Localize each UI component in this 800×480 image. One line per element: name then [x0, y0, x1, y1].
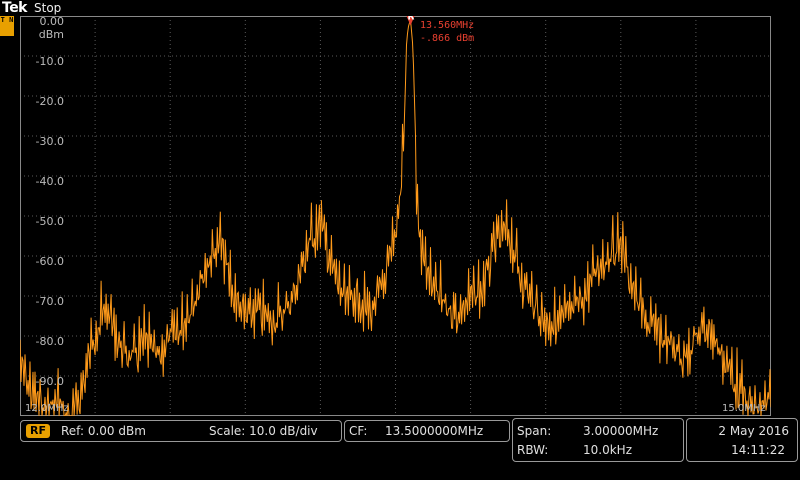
cf-value: 13.5000000MHz [385, 424, 484, 438]
y-tick-label: -20.0 [35, 95, 64, 108]
marker-frequency: 13.560MHz [420, 20, 475, 31]
date-time-box: 2 May 2016 14:11:22 [686, 418, 798, 462]
y-tick-label: -60.0 [35, 255, 64, 268]
marker-label: R [408, 16, 415, 22]
y-tick-label: -50.0 [35, 215, 64, 228]
rf-badge: RF [26, 424, 50, 438]
y-tick-label: 0.00 dBm [38, 15, 64, 41]
y-tick-label: -40.0 [35, 175, 64, 188]
marker-amplitude: -.866 dBm [420, 33, 475, 44]
trigger-status-badge: T N [0, 16, 14, 36]
top-status-bar: Tek Stop [0, 0, 800, 16]
rbw-label: RBW: [517, 443, 549, 457]
y-tick-label: -80.0 [35, 335, 64, 348]
center-frequency-box[interactable]: CF: 13.5000000MHz [344, 420, 510, 442]
x-stop-label: 15.0MHz [722, 403, 766, 414]
rbw-value: 10.0kHz [583, 443, 632, 457]
x-start-label: 12.0MHz [25, 403, 69, 414]
cf-label: CF: [349, 424, 368, 438]
acquisition-state[interactable]: Stop [34, 1, 61, 15]
reference-marker-readout: 13.560MHz -.866 dBm [420, 19, 474, 45]
y-tick-label: -10.0 [35, 55, 64, 68]
y-tick-label: -90.0 [35, 375, 64, 388]
reference-level: Ref: 0.00 dBm [61, 424, 146, 438]
date-display: 2 May 2016 [718, 424, 789, 438]
bottom-status-bar: RF Ref: 0.00 dBm Scale: 10.0 dB/div CF: … [0, 416, 800, 480]
span-rbw-box[interactable]: Span: 3.00000MHz RBW: 10.0kHz [512, 418, 684, 462]
y-tick-label: -30.0 [35, 135, 64, 148]
y-tick-label: -70.0 [35, 295, 64, 308]
rf-settings-box[interactable]: RF Ref: 0.00 dBm Scale: 10.0 dB/div [20, 420, 342, 442]
time-display: 14:11:22 [731, 443, 785, 457]
tek-logo: Tek [2, 0, 28, 16]
span-label: Span: [517, 424, 552, 438]
spectrum-graticule: R [20, 16, 771, 416]
vertical-scale: Scale: 10.0 dB/div [209, 424, 318, 438]
spectrum-plot[interactable]: R 0.00 dBm -10.0 -20.0 -30.0 -40.0 -50.0 -60.0… [20, 15, 771, 416]
span-value: 3.00000MHz [583, 424, 659, 438]
